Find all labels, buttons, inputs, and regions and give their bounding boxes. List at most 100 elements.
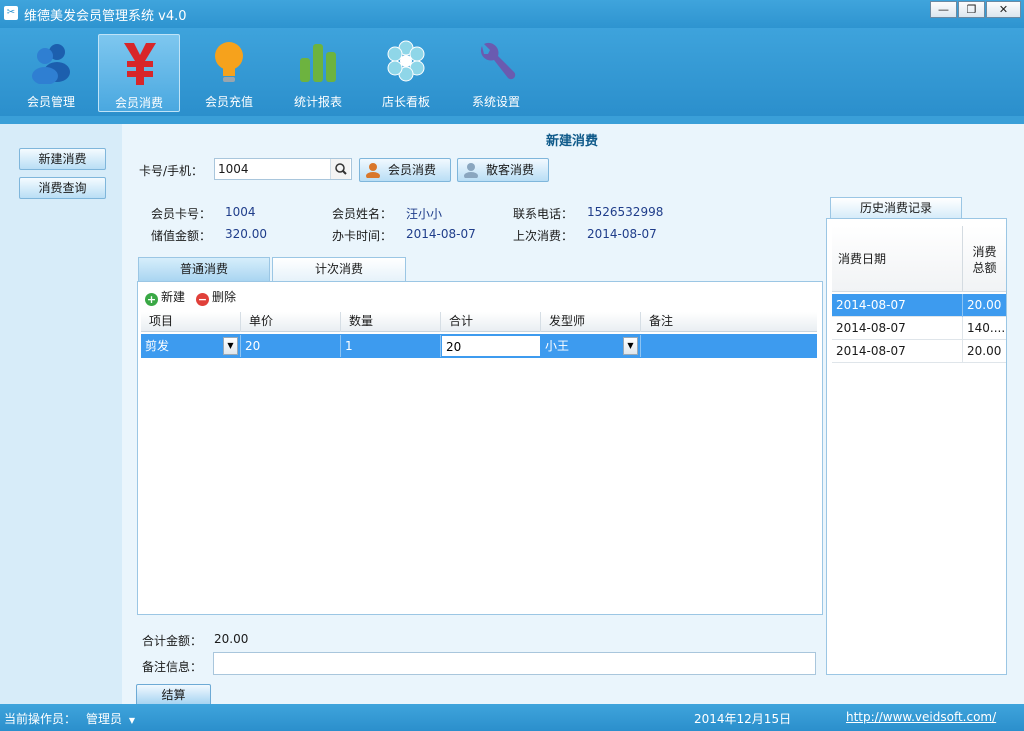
sidebar: 新建消费 消费查询 <box>0 124 122 704</box>
open-date-value: 2014-08-07 <box>406 227 476 241</box>
total-amount-label: 合计金额： <box>142 634 203 648</box>
sidebar-item-new-consume[interactable]: 新建消费 <box>19 148 106 170</box>
website-link[interactable]: http://www.veidsoft.com/ <box>846 710 996 724</box>
tool-label: 会员充值 <box>204 95 253 109</box>
balance-value: 320.00 <box>225 227 267 241</box>
bar-chart-icon <box>300 44 336 82</box>
tool-dashboard[interactable]: 店长看板 <box>365 34 447 112</box>
page-title: 新建消费 <box>545 134 598 149</box>
cell-item-value: 剪发 <box>145 339 170 353</box>
app-icon: ✂ <box>4 6 18 20</box>
chevron-down-icon[interactable]: ▼ <box>223 337 238 355</box>
flower-icon <box>387 40 425 82</box>
guest-consume-button[interactable]: 散客消费 <box>457 158 549 182</box>
remove-icon: − <box>196 293 209 306</box>
bulb-icon <box>215 42 243 82</box>
tool-statistics[interactable]: 统计报表 <box>277 34 359 112</box>
tab-count-consume[interactable]: 计次消费 <box>272 257 406 281</box>
card-no-label: 会员卡号： <box>151 207 212 221</box>
history-col-date[interactable]: 消费日期 <box>832 226 963 292</box>
maximize-button[interactable]: ❐ <box>958 1 985 18</box>
history-row[interactable]: 2014-08-07 20.00 <box>832 340 1006 363</box>
history-header: 消费日期 消费 总额 <box>832 226 1006 292</box>
guest-consume-label: 散客消费 <box>486 163 535 177</box>
col-header-price[interactable]: 单价 <box>241 312 341 332</box>
col-header-item[interactable]: 项目 <box>141 312 241 332</box>
total-amount-value: 20.00 <box>214 632 249 646</box>
tool-label: 店长看板 <box>381 95 430 109</box>
tool-label: 系统设置 <box>471 95 520 109</box>
note-label: 备注信息： <box>142 660 203 674</box>
history-date: 2014-08-07 <box>832 317 963 340</box>
history-row[interactable]: 2014-08-07 140.... <box>832 317 1006 340</box>
card-no-value: 1004 <box>225 205 256 219</box>
status-date: 2014年12月15日 <box>694 712 792 726</box>
cell-note[interactable] <box>641 335 817 357</box>
tool-member-recharge[interactable]: 会员充值 <box>188 34 270 112</box>
history-date: 2014-08-07 <box>832 340 963 363</box>
wrench-icon <box>480 42 516 80</box>
cell-stylist-value: 小王 <box>545 339 570 353</box>
search-icon <box>335 163 347 175</box>
members-icon <box>32 44 70 84</box>
member-name-label: 会员姓名： <box>332 207 393 221</box>
tool-settings[interactable]: 系统设置 <box>455 34 537 112</box>
add-icon: + <box>145 293 158 306</box>
member-person-icon <box>366 163 380 178</box>
tool-label: 统计报表 <box>293 95 342 109</box>
col-header-stylist[interactable]: 发型师 <box>541 312 641 332</box>
operator-label: 当前操作员： <box>4 712 77 726</box>
delete-row-button[interactable]: − 删除 <box>196 288 236 306</box>
col-header-qty[interactable]: 数量 <box>341 312 441 332</box>
phone-value: 1526532998 <box>587 205 664 219</box>
minimize-button[interactable]: — <box>930 1 957 18</box>
history-date: 2014-08-07 <box>832 294 963 317</box>
consume-grid-panel: + 新建 − 删除 项目 单价 数量 合计 发型师 备注 剪发 ▼ 20 1 2… <box>137 281 823 615</box>
note-input[interactable] <box>213 652 816 675</box>
member-consume-button[interactable]: 会员消费 <box>359 158 451 182</box>
content-panel: 新建消费 卡号/手机： 1004 会员消费 散客消费 会员卡号： 1004 会员… <box>122 124 1024 707</box>
status-bar: 当前操作员： 管理员 ▼ 2014年12月15日 http://www.veid… <box>0 704 1024 731</box>
tab-normal-consume[interactable]: 普通消费 <box>138 257 270 281</box>
grid-header: 项目 单价 数量 合计 发型师 备注 <box>141 312 817 332</box>
cell-stylist[interactable]: 小王 ▼ <box>541 335 641 357</box>
phone-label: 联系电话： <box>513 207 574 221</box>
member-name-value: 汪小小 <box>406 207 443 221</box>
close-button[interactable]: ✕ <box>986 1 1021 18</box>
last-consume-value: 2014-08-07 <box>587 227 657 241</box>
window-title: 维德美发会员管理系统 v4.0 <box>24 9 187 24</box>
tool-member-management[interactable]: 会员管理 <box>10 34 92 112</box>
cell-price[interactable]: 20 <box>241 335 341 357</box>
history-total: 20.00 <box>967 298 1002 312</box>
tool-member-consume[interactable]: 会员消费 <box>98 34 180 112</box>
cell-item[interactable]: 剪发 ▼ <box>141 335 241 357</box>
cell-qty[interactable]: 1 <box>341 335 441 357</box>
new-row-button[interactable]: + 新建 <box>145 288 185 306</box>
tool-label: 会员消费 <box>114 96 163 110</box>
chevron-down-icon: ▼ <box>128 716 135 725</box>
delete-row-label: 删除 <box>212 290 237 304</box>
col-header-total[interactable]: 合计 <box>441 312 541 332</box>
yen-icon <box>124 43 156 85</box>
history-panel: 消费日期 消费 总额 2014-08-07 20.00 2014-08-07 1… <box>826 218 1007 675</box>
tab-history[interactable]: 历史消费记录 <box>830 197 962 219</box>
open-date-label: 办卡时间： <box>332 229 393 243</box>
history-total: 20.00 <box>967 344 1002 358</box>
last-consume-label: 上次消费： <box>513 229 574 243</box>
title-bar: ✂ 维德美发会员管理系统 v4.0 — ❐ ✕ <box>0 0 1024 28</box>
col-header-note[interactable]: 备注 <box>641 312 817 332</box>
history-col-total[interactable]: 消费 总额 <box>963 226 1006 292</box>
new-row-label: 新建 <box>161 290 186 304</box>
guest-person-icon <box>464 163 478 178</box>
operator-dropdown[interactable]: 管理员 ▼ <box>86 710 135 727</box>
cell-total-input[interactable]: 20 <box>441 335 541 357</box>
history-row[interactable]: 2014-08-07 20.00 <box>832 294 1006 317</box>
sidebar-item-consume-query[interactable]: 消费查询 <box>19 177 106 199</box>
search-button[interactable] <box>330 159 350 179</box>
tool-label: 会员管理 <box>26 95 75 109</box>
operator-value: 管理员 <box>86 712 123 726</box>
main-toolbar: 会员管理 会员消费 会员充值 统计报表 店长看板 系统设置 <box>0 28 1024 116</box>
table-row[interactable]: 剪发 ▼ 20 1 20 小王 ▼ <box>141 334 817 358</box>
card-phone-label: 卡号/手机： <box>139 164 204 178</box>
chevron-down-icon[interactable]: ▼ <box>623 337 638 355</box>
